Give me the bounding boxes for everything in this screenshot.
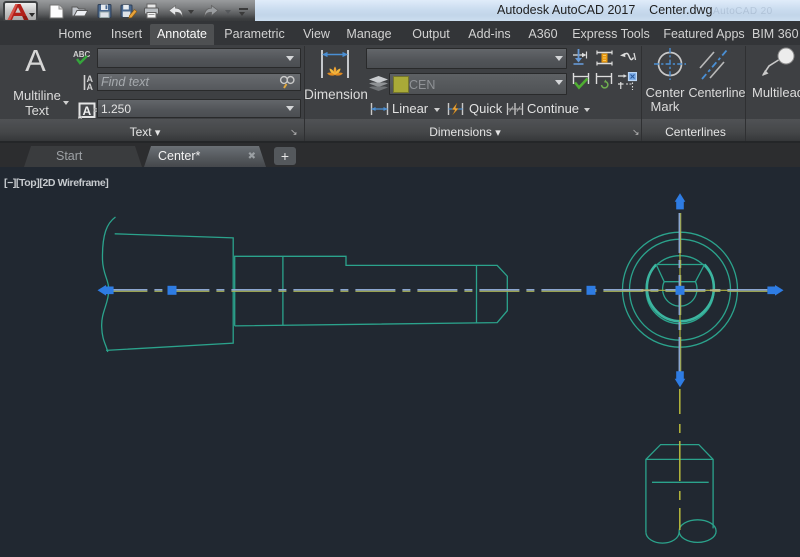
svg-text:ABC: ABC: [73, 50, 91, 59]
svg-text:A: A: [82, 104, 91, 118]
svg-text:A: A: [87, 82, 94, 91]
